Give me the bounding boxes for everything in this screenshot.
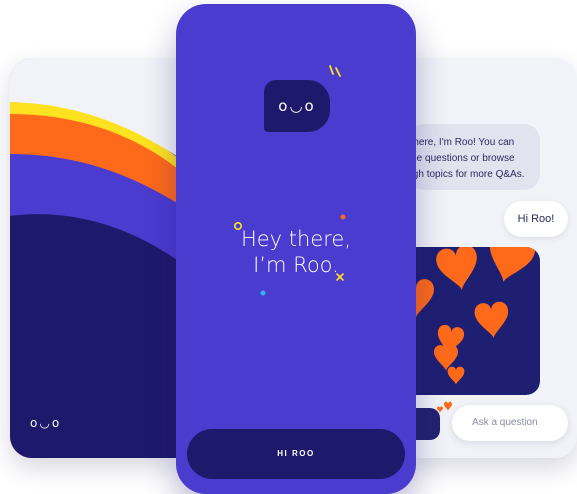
left-phone-screen: o◡o — [10, 58, 180, 458]
roo-face-icon: o◡o — [278, 97, 316, 115]
roo-message-line: through topics for more Q&As. — [408, 169, 525, 180]
hearts-illustration — [408, 247, 538, 385]
user-message-bubble: Hi Roo! — [504, 201, 568, 237]
roo-logo-bubble: o◡o — [264, 80, 330, 132]
welcome-headline: Hey there, I’m Roo. — [176, 226, 416, 278]
right-phone-chat-screen: Hey there, I'm Roo! You can ask me quest… — [408, 58, 577, 458]
center-phone-welcome-screen: o◡o Hey there, I’m Roo. HI ROO — [176, 4, 416, 494]
rainbow-illustration — [10, 58, 180, 458]
sparkle-icon — [329, 65, 341, 77]
dot-decoration-icon — [340, 214, 346, 220]
roo-message-line: ask me questions or browse — [408, 153, 515, 164]
headline-line-2: I’m Roo. — [253, 253, 339, 277]
roo-message-bubble: Hey there, I'm Roo! You can ask me quest… — [408, 124, 540, 190]
headline-line-1: Hey there, — [240, 227, 352, 251]
roo-logo-small: o◡o — [30, 416, 62, 430]
ask-question-input[interactable]: Ask a question — [452, 405, 568, 441]
roo-message-line: Hey there, I'm Roo! You can — [408, 137, 515, 148]
hi-roo-button[interactable]: HI ROO — [187, 429, 405, 479]
hearts-image-card[interactable] — [408, 247, 540, 395]
dot-decoration-icon — [260, 290, 266, 296]
